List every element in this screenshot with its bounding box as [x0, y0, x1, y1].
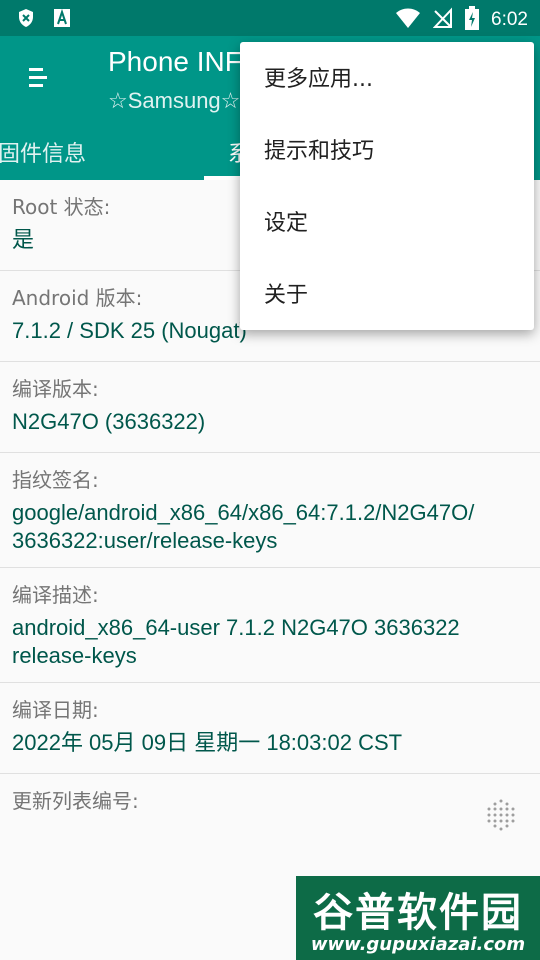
- list-item-update-list-id[interactable]: 更新列表编号:: [0, 774, 540, 854]
- row-label: 编译描述:: [12, 583, 99, 607]
- row-label: 编译日期:: [12, 698, 99, 722]
- hamburger-menu-icon: [29, 67, 47, 93]
- overflow-menu: 更多应用... 提示和技巧 设定 关于: [240, 42, 534, 330]
- list-item-build-description[interactable]: 编译描述: android_x86_64-user 7.1.2 N2G47O 3…: [0, 568, 540, 683]
- row-value: android_x86_64-user 7.1.2 N2G47O 3636322…: [12, 615, 460, 668]
- battery-charging-icon: [465, 6, 480, 34]
- menu-item-more-apps[interactable]: 更多应用...: [240, 44, 534, 116]
- list-item-build-date[interactable]: 编译日期: 2022年 05月 09日 星期一 18:03:02 CST: [0, 683, 540, 774]
- row-label: 指纹签名:: [12, 468, 99, 492]
- clock: 6:02: [491, 9, 528, 30]
- watermark: 谷普软件园 www.gupuxiazai.com: [296, 876, 540, 960]
- menu-item-tips[interactable]: 提示和技巧: [240, 116, 534, 188]
- row-value: google/android_x86_64/x86_64:7.1.2/N2G47…: [12, 500, 475, 553]
- list-item-fingerprint[interactable]: 指纹签名: google/android_x86_64/x86_64:7.1.2…: [0, 453, 540, 568]
- watermark-title: 谷普软件园: [313, 890, 523, 936]
- menu-item-settings[interactable]: 设定: [240, 188, 534, 260]
- tab-firmware-info[interactable]: 固件信息: [0, 136, 86, 168]
- shield-x-icon: [16, 7, 36, 29]
- row-label: 编译版本:: [12, 377, 99, 401]
- app-subtitle: ☆Samsung☆: [108, 88, 241, 113]
- status-bar-system: 6:02: [395, 6, 528, 34]
- font-a-icon: [52, 7, 72, 29]
- wifi-icon: [395, 7, 421, 33]
- no-signal-icon: [432, 7, 453, 33]
- watermark-url: www.gupuxiazai.com: [310, 934, 526, 955]
- loading-dots-icon: [484, 798, 518, 832]
- menu-item-about[interactable]: 关于: [240, 260, 534, 332]
- status-bar-notifications: [16, 7, 72, 29]
- hamburger-menu-button[interactable]: [18, 60, 58, 100]
- app-title: Phone INF: [108, 46, 242, 77]
- row-value: 2022年 05月 09日 星期一 18:03:02 CST: [12, 730, 403, 755]
- row-value: N2G47O (3636322): [12, 409, 206, 434]
- list-item-build-number[interactable]: 编译版本: N2G47O (3636322): [0, 362, 540, 453]
- row-label: 更新列表编号:: [12, 789, 139, 813]
- status-bar: 6:02: [0, 0, 540, 36]
